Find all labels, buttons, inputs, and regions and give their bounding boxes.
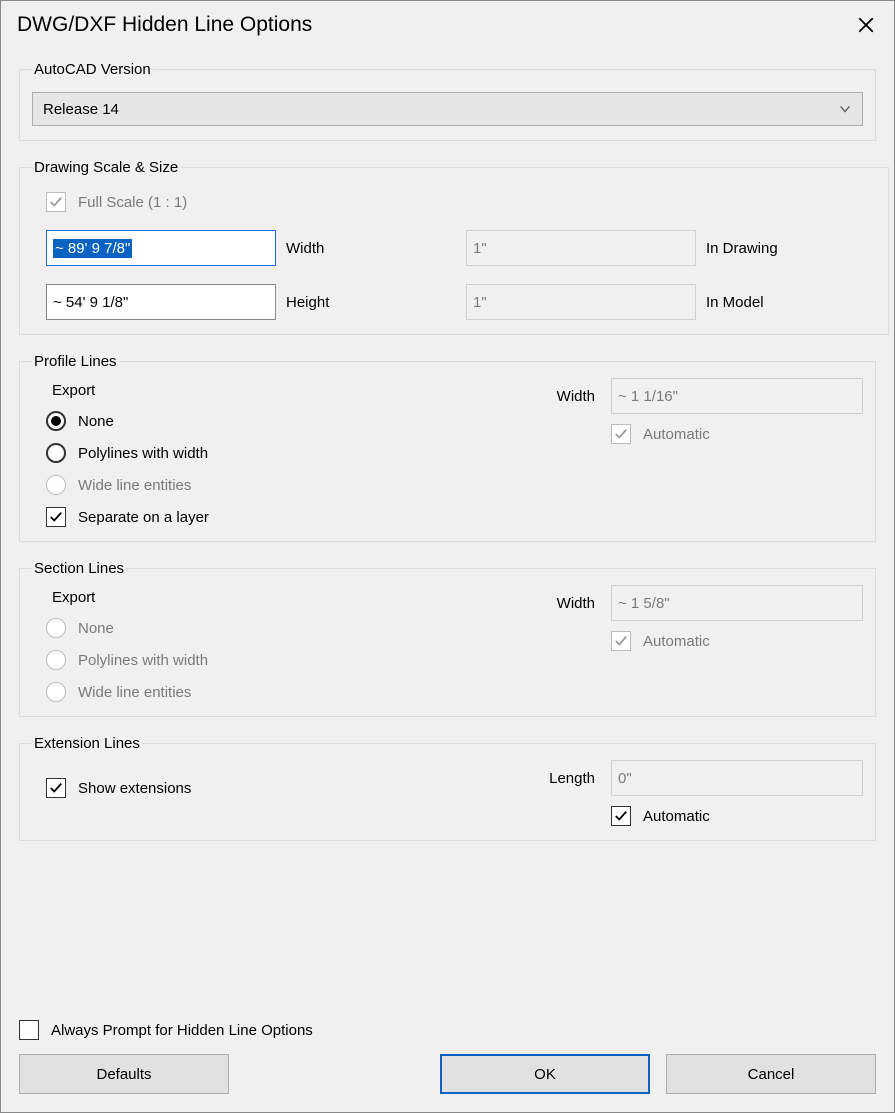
- section-width-input: ~ 1 5/8": [611, 585, 863, 621]
- profile-width-value: ~ 1 1/16": [618, 388, 678, 405]
- autocad-version-group: AutoCAD Version Release 14: [19, 61, 876, 141]
- check-icon: [49, 195, 63, 209]
- section-wide-label: Wide line entities: [78, 684, 191, 701]
- check-icon: [614, 634, 628, 648]
- ok-button[interactable]: OK: [440, 1054, 650, 1094]
- profile-separate-checkbox[interactable]: [46, 507, 66, 527]
- cancel-label: Cancel: [748, 1066, 795, 1083]
- section-wide-radio: [46, 682, 66, 702]
- section-export-label: Export: [52, 589, 513, 606]
- profile-wide-radio: [46, 475, 66, 495]
- always-prompt-checkbox[interactable]: [19, 1020, 39, 1040]
- chevron-down-icon: [838, 102, 852, 116]
- profile-export-col: Export None Polylines with width Wide li…: [32, 378, 513, 527]
- profile-none-label: None: [78, 413, 114, 430]
- full-scale-checkbox: [46, 192, 66, 212]
- section-width-value: ~ 1 5/8": [618, 595, 670, 612]
- extension-auto-checkbox[interactable]: [611, 806, 631, 826]
- content: AutoCAD Version Release 14 Drawing Scale…: [1, 45, 894, 1004]
- section-width-col: Width ~ 1 5/8" Automatic: [533, 585, 863, 702]
- section-auto-checkbox: [611, 631, 631, 651]
- profile-width-col: Width ~ 1 1/16" Automatic: [533, 378, 863, 527]
- profile-none-radio[interactable]: [46, 411, 66, 431]
- profile-width-input: ~ 1 1/16": [611, 378, 863, 414]
- autocad-version-value: Release 14: [43, 101, 119, 118]
- width-input[interactable]: ~ 89' 9 7/8": [46, 230, 276, 266]
- extension-length-label: Length: [533, 770, 603, 787]
- dialog-title: DWG/DXF Hidden Line Options: [17, 13, 312, 37]
- section-none-label: None: [78, 620, 114, 637]
- always-prompt-row: Always Prompt for Hidden Line Options: [19, 1020, 876, 1040]
- section-none-radio: [46, 618, 66, 638]
- profile-poly-radio[interactable]: [46, 443, 66, 463]
- in-drawing-input: 1": [466, 230, 696, 266]
- profile-width-label: Width: [533, 388, 603, 405]
- extension-auto-label: Automatic: [643, 808, 710, 825]
- autocad-version-legend: AutoCAD Version: [32, 61, 153, 78]
- autocad-version-select[interactable]: Release 14: [32, 92, 863, 126]
- in-model-value: 1": [473, 294, 487, 311]
- profile-wide-label: Wide line entities: [78, 477, 191, 494]
- height-value: ~ 54' 9 1/8": [53, 294, 128, 311]
- section-export-col: Export None Polylines with width Wide li…: [32, 585, 513, 702]
- height-input[interactable]: ~ 54' 9 1/8": [46, 284, 276, 320]
- extension-length-input: 0": [611, 760, 863, 796]
- show-extensions-checkbox[interactable]: [46, 778, 66, 798]
- height-label: Height: [286, 294, 456, 311]
- check-icon: [49, 510, 63, 524]
- extension-right-col: Length 0" Automatic: [533, 760, 863, 826]
- check-icon: [49, 781, 63, 795]
- titlebar: DWG/DXF Hidden Line Options: [1, 1, 894, 45]
- check-icon: [614, 809, 628, 823]
- close-icon: [857, 16, 875, 34]
- profile-poly-label: Polylines with width: [78, 445, 208, 462]
- extension-left-col: Show extensions: [32, 760, 513, 826]
- profile-separate-label: Separate on a layer: [78, 509, 209, 526]
- ok-label: OK: [534, 1066, 556, 1083]
- section-lines-legend: Section Lines: [32, 560, 126, 577]
- section-lines-group: Section Lines Export None Polylines with…: [19, 560, 876, 717]
- section-width-label: Width: [533, 595, 603, 612]
- close-button[interactable]: [854, 13, 878, 37]
- profile-lines-group: Profile Lines Export None Polylines with…: [19, 353, 876, 542]
- full-scale-row: Full Scale (1 : 1): [32, 192, 876, 212]
- profile-auto-checkbox: [611, 424, 631, 444]
- in-drawing-label: In Drawing: [706, 240, 876, 257]
- show-extensions-label: Show extensions: [78, 780, 191, 797]
- always-prompt-label: Always Prompt for Hidden Line Options: [51, 1022, 313, 1039]
- in-drawing-value: 1": [473, 240, 487, 257]
- width-label: Width: [286, 240, 456, 257]
- section-auto-label: Automatic: [643, 633, 710, 650]
- drawing-scale-group: Drawing Scale & Size Full Scale (1 : 1) …: [19, 159, 889, 335]
- footer: Always Prompt for Hidden Line Options De…: [1, 1004, 894, 1112]
- defaults-button[interactable]: Defaults: [19, 1054, 229, 1094]
- extension-lines-legend: Extension Lines: [32, 735, 142, 752]
- extension-length-value: 0": [618, 770, 632, 787]
- check-icon: [614, 427, 628, 441]
- section-poly-label: Polylines with width: [78, 652, 208, 669]
- drawing-scale-legend: Drawing Scale & Size: [32, 159, 180, 176]
- in-model-input: 1": [466, 284, 696, 320]
- profile-lines-legend: Profile Lines: [32, 353, 119, 370]
- cancel-button[interactable]: Cancel: [666, 1054, 876, 1094]
- profile-export-label: Export: [52, 382, 513, 399]
- profile-auto-label: Automatic: [643, 426, 710, 443]
- defaults-label: Defaults: [96, 1066, 151, 1083]
- full-scale-label: Full Scale (1 : 1): [78, 194, 187, 211]
- dialog: DWG/DXF Hidden Line Options AutoCAD Vers…: [0, 0, 895, 1113]
- width-value: ~ 89' 9 7/8": [53, 239, 132, 258]
- in-model-label: In Model: [706, 294, 876, 311]
- button-row: Defaults OK Cancel: [19, 1054, 876, 1094]
- extension-lines-group: Extension Lines Show extensions Length 0…: [19, 735, 876, 841]
- section-poly-radio: [46, 650, 66, 670]
- scale-grid: ~ 89' 9 7/8" Width 1" In Drawing ~ 54' 9…: [32, 230, 876, 320]
